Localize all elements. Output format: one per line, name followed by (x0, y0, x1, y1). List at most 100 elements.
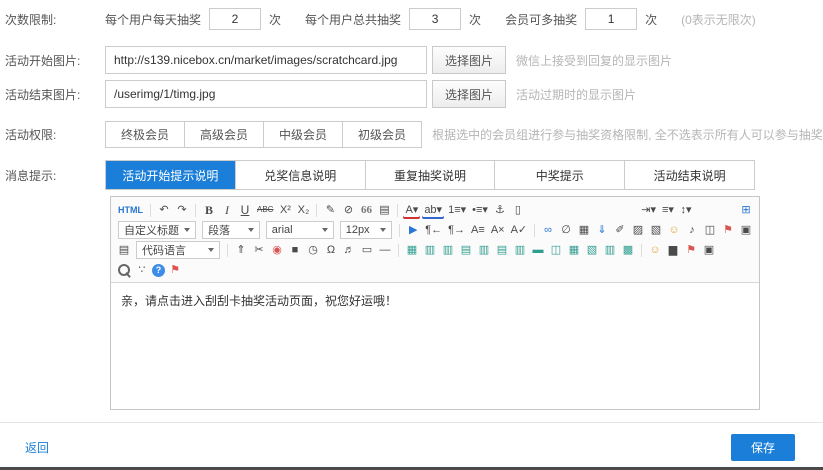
superscript-icon[interactable]: X² (277, 202, 293, 219)
smiley-icon[interactable]: ☺ (647, 242, 663, 259)
attachment-icon[interactable]: ⇓ (594, 222, 610, 239)
spellcheck-icon[interactable]: A✓ (509, 222, 530, 239)
merge-cells-icon[interactable]: ▬ (530, 242, 546, 259)
format-painter-icon[interactable]: ✎ (322, 202, 338, 219)
end-image-input[interactable] (105, 80, 427, 108)
hr-icon[interactable]: — (377, 242, 393, 259)
delete-col-icon[interactable]: ▥ (512, 242, 528, 259)
background-icon[interactable]: ▨ (630, 222, 646, 239)
source-button[interactable]: HTML (116, 202, 145, 219)
back-link[interactable]: 返回 (25, 439, 49, 456)
permission-row: 活动权限: 终极会员 高级会员 中级会员 初级会员 根据选中的会员组进行参与抽奖… (5, 121, 823, 148)
unlink-icon[interactable]: ∅ (558, 222, 574, 239)
emotion-icon[interactable]: ☺ (666, 222, 682, 239)
table-title-icon[interactable]: ▧ (584, 242, 600, 259)
insert-frame-icon[interactable]: ▯ (510, 202, 526, 219)
unordered-list-icon[interactable]: •≡▾ (470, 202, 490, 219)
line-height-icon[interactable]: ↕▾ (678, 202, 694, 219)
font-family-select[interactable]: arial (266, 221, 334, 239)
italic-icon[interactable]: I (219, 202, 235, 219)
group-junior-member-button[interactable]: 初级会员 (342, 121, 422, 148)
group-senior-member-button[interactable]: 高级会员 (184, 121, 264, 148)
music2-icon[interactable]: ♬ (341, 242, 357, 259)
table-full-width-icon[interactable]: ▥ (440, 242, 456, 259)
total-draw-input[interactable] (409, 8, 461, 30)
end-image-pick-button[interactable]: 选择图片 (432, 80, 506, 108)
special-chars-icon[interactable]: Ω (323, 242, 339, 259)
tab-redeem-info[interactable]: 兑奖信息说明 (235, 161, 365, 189)
image-icon[interactable]: ▦ (576, 222, 592, 239)
blockquote-icon[interactable]: 66 (358, 202, 374, 219)
chart-icon[interactable]: ▆ (665, 242, 681, 259)
eraser-icon[interactable]: ⊘ (340, 202, 356, 219)
indent-icon[interactable]: ⇥▾ (639, 202, 658, 219)
group-middle-member-button[interactable]: 中级会员 (263, 121, 343, 148)
style-select[interactable]: 自定义标题 (118, 221, 196, 239)
strikethrough-icon[interactable]: ABC (255, 202, 275, 219)
start-image-pick-button[interactable]: 选择图片 (432, 46, 506, 74)
fullscreen-icon[interactable]: ⊞ (738, 202, 754, 219)
delete-row-icon[interactable]: ▤ (494, 242, 510, 259)
template-icon[interactable]: ▧ (648, 222, 664, 239)
video-icon[interactable]: ◫ (702, 222, 718, 239)
font-color-icon[interactable]: A▾ (403, 202, 420, 219)
pin-icon[interactable]: ⚑ (683, 242, 699, 259)
save-button[interactable]: 保存 (731, 434, 795, 461)
time-icon[interactable]: ◷ (305, 242, 321, 259)
insert-row-icon[interactable]: ▤ (458, 242, 474, 259)
chevron-down-icon (184, 228, 190, 232)
member-extra-input[interactable] (585, 8, 637, 30)
music-icon[interactable]: ♪ (684, 222, 700, 239)
sort-table-icon[interactable]: ▥ (602, 242, 618, 259)
undo-icon[interactable]: ↶ (156, 202, 172, 219)
insert-col-icon[interactable]: ▥ (476, 242, 492, 259)
delete-table-icon[interactable]: ▦ (566, 242, 582, 259)
record-icon[interactable]: ◉ (269, 242, 285, 259)
font-size-select[interactable]: 12px (340, 221, 393, 239)
tab-repeat-draw[interactable]: 重复抽奖说明 (365, 161, 495, 189)
tab-win-prompt[interactable]: 中奖提示 (494, 161, 624, 189)
scrawl-icon[interactable]: ✐ (612, 222, 628, 239)
clear-format-icon[interactable]: A× (489, 222, 507, 239)
slideshow-icon[interactable]: ▭ (359, 242, 375, 259)
map-icon[interactable]: ⚑ (720, 222, 736, 239)
table-left-float-icon[interactable]: ▥ (422, 242, 438, 259)
wordimage-icon[interactable]: ▣ (738, 222, 754, 239)
highlight-color-icon[interactable]: ab▾ (422, 202, 444, 219)
editor-content[interactable]: 亲，请点击进入刮刮卡抽奖活动页面，祝您好运哦！ (111, 283, 759, 409)
start-image-input[interactable] (105, 46, 427, 74)
select-all-icon[interactable]: ▶ (405, 222, 421, 239)
paragraph-ltr-icon[interactable]: ¶← (423, 222, 444, 239)
ordered-list-icon[interactable]: 1≡▾ (446, 202, 468, 219)
subscript-icon[interactable]: X₂ (295, 202, 311, 219)
paragraph-align-icon[interactable]: ≡▾ (660, 202, 676, 219)
auto-typeset-icon[interactable]: A≡ (469, 222, 487, 239)
replace-icon[interactable]: ∵ (134, 262, 150, 279)
format-select[interactable]: 段落 (202, 221, 260, 239)
snapshot-icon[interactable]: ⚑ (167, 262, 183, 279)
search-icon[interactable] (116, 262, 132, 279)
underline-icon[interactable]: U (237, 202, 253, 219)
redo-icon[interactable]: ↷ (174, 202, 190, 219)
code-language-select[interactable]: 代码语言 (136, 241, 220, 259)
stop-icon[interactable]: ■ (287, 242, 303, 259)
screenshot-icon[interactable]: ✂ (251, 242, 267, 259)
insert-table-icon[interactable]: ▦ (404, 242, 420, 259)
help-icon[interactable]: ? (152, 264, 165, 277)
tab-activity-start-note[interactable]: 活动开始提示说明 (106, 161, 235, 189)
split-cell-icon[interactable]: ◫ (548, 242, 564, 259)
toolbar-group: ▶¶←¶→A≡A×A✓ (404, 222, 530, 239)
paragraph-rtl-icon[interactable]: ¶→ (446, 222, 467, 239)
document-icon[interactable]: ▤ (116, 242, 132, 259)
print-icon[interactable]: ▣ (701, 242, 717, 259)
table-background-icon[interactable]: ▩ (620, 242, 636, 259)
simple-upload-icon[interactable]: ⇑ (233, 242, 249, 259)
daily-draw-input[interactable] (209, 8, 261, 30)
pagebreak-icon[interactable]: ▤ (376, 202, 392, 219)
limits-hint: (0表示无限次) (681, 11, 756, 28)
link-icon[interactable]: ∞ (540, 222, 556, 239)
bold-icon[interactable]: B (201, 202, 217, 219)
anchor-icon[interactable]: ⚓ (492, 202, 508, 219)
tab-activity-end[interactable]: 活动结束说明 (624, 161, 754, 189)
group-ultimate-member-button[interactable]: 终极会员 (105, 121, 185, 148)
